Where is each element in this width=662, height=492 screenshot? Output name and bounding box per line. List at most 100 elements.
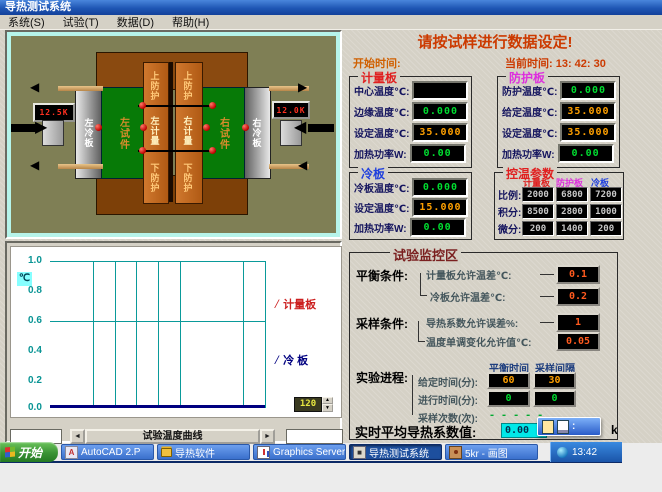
- autocad-icon: A: [65, 446, 78, 459]
- prog2-interval-value: 0: [533, 390, 576, 407]
- progress-label: 实验进程:: [356, 369, 408, 386]
- taskbar-item-thermal-app[interactable]: ■ 导热测试系统: [349, 444, 442, 460]
- sensor-dot: [242, 124, 249, 131]
- scrollbar-thumb[interactable]: 试验温度曲线: [85, 429, 260, 444]
- field-label: 边缘温度℃:: [354, 104, 409, 119]
- guard-divider-line: [138, 105, 216, 107]
- sensor-dot: [139, 147, 146, 154]
- pid-d-metering: 200: [522, 221, 554, 236]
- ime-pen-icon[interactable]: [542, 420, 554, 434]
- tray-clock[interactable]: 13:42: [572, 447, 597, 458]
- title-bar[interactable]: 导热测试系统: [0, 0, 662, 15]
- sensor-dot: [140, 124, 147, 131]
- taskbar-item-label: 5kr - 画图: [465, 445, 508, 460]
- x-window-spinner: 120 ▲ ▼: [294, 397, 333, 412]
- spinner-value[interactable]: 120: [294, 397, 322, 412]
- system-tray[interactable]: 13:42: [550, 442, 622, 462]
- window-title: 导热测试系统: [5, 1, 71, 13]
- pid-i-metering: 8500: [522, 204, 554, 219]
- gridline: [265, 261, 266, 408]
- legend-cold-mark: /: [275, 352, 279, 367]
- pid-row-label: 微分:: [498, 221, 520, 236]
- sensor-dot: [209, 102, 216, 109]
- balance1-value: 0.1: [556, 265, 600, 284]
- prog1-interval-value: 30: [533, 372, 576, 389]
- windows-logo-icon: [5, 446, 15, 457]
- pid-p-guard: 6800: [556, 187, 588, 202]
- legend-metering: / 计量板: [275, 295, 316, 313]
- gridline: [158, 261, 159, 408]
- apparatus-frame: 左冷板 右冷板 左试件 右试件 上防护 左计量: [7, 32, 340, 237]
- sampling2-value: 0.05: [556, 332, 600, 351]
- apparatus-panel: 左冷板 右冷板 左试件 右试件 上防护 左计量: [5, 30, 342, 239]
- guard-temp-display: 0.000: [560, 81, 616, 100]
- taskbar-item-label: AutoCAD 2.P: [81, 447, 140, 458]
- cold-temp-display: 0.000: [412, 178, 468, 197]
- right-heater-top-label: 上防护: [176, 65, 200, 107]
- scroll-right-button[interactable]: ►: [260, 429, 275, 444]
- metering-edge-temp-display: 0.000: [412, 102, 468, 121]
- chart-right-field[interactable]: [286, 429, 343, 444]
- left-specimen-label: 左试件: [102, 88, 144, 178]
- metering-power-display: 0.00: [410, 144, 466, 163]
- taskbar-item-folder[interactable]: 导热软件: [157, 444, 250, 460]
- scroll-left-button[interactable]: ◄: [70, 429, 85, 444]
- connector-line: [540, 296, 554, 297]
- y-tick: 0.0: [28, 402, 42, 413]
- group-cold-plate: 冷板 冷板温度℃:0.000 设定温度℃:15.000 加热功率W:0.00: [349, 172, 472, 240]
- pid-i-guard: 2800: [556, 204, 588, 219]
- inlet-arrow-icon: ▶: [35, 120, 47, 136]
- bracket-line: [418, 321, 425, 342]
- right-heater-column: 上防护 右计量 下防护: [175, 62, 203, 204]
- gridline: [180, 261, 181, 408]
- chart-scrollbar[interactable]: ◄ 试验温度曲线 ►: [70, 429, 275, 444]
- tray-status-icon[interactable]: [557, 447, 568, 458]
- flow-arrow-left-icon: ◀: [30, 159, 39, 171]
- right-heater-mid-label: 右计量: [176, 110, 200, 152]
- spinner-up-button[interactable]: ▲: [322, 397, 333, 404]
- cold-set-temp-display: 15.000: [412, 198, 468, 217]
- balance-label: 平衡条件:: [356, 267, 408, 284]
- legend-metering-mark: /: [275, 296, 279, 311]
- right-coolant-value: 12.0K: [276, 106, 305, 115]
- banner-text: 请按试样进行数据设定!: [345, 31, 645, 52]
- pid-row-label: 积分:: [498, 204, 520, 219]
- legend-cold-label: 冷 板: [283, 355, 308, 367]
- taskbar-item-paint[interactable]: 5kr - 画图: [445, 444, 538, 460]
- pid-d-guard: 1400: [556, 221, 588, 236]
- menu-system[interactable]: 系统(S): [8, 14, 45, 30]
- taskbar-item-label: Graphics Server: [273, 447, 345, 458]
- ime-more-icon[interactable]: :: [572, 421, 575, 432]
- menu-test[interactable]: 试验(T): [63, 14, 99, 30]
- taskbar-item-graphics-server[interactable]: Graphics Server: [253, 444, 346, 460]
- start-button[interactable]: 开始: [0, 442, 58, 462]
- prog1-label: 给定时间(分):: [418, 374, 478, 389]
- inlet-shaft: [308, 124, 334, 132]
- field-label: 加热功率W:: [354, 146, 407, 161]
- ime-toolbar[interactable]: :: [537, 417, 601, 436]
- ime-keyboard-icon[interactable]: [557, 420, 569, 434]
- bracket-line: [412, 375, 417, 415]
- menu-data[interactable]: 数据(D): [117, 14, 154, 30]
- taskbar-item-autocad[interactable]: A AutoCAD 2.P: [61, 444, 154, 460]
- connector-line: [540, 274, 554, 275]
- desktop: 导热测试系统 系统(S) 试验(T) 数据(D) 帮助(H) 左冷板: [0, 0, 662, 492]
- field-label: 设定温度℃:: [354, 200, 409, 215]
- field-label: 冷板温度℃:: [354, 180, 409, 195]
- prog2-balance-value: 0: [487, 390, 530, 407]
- apparatus-diagram: 左冷板 右冷板 左试件 右试件 上防护 左计量: [11, 36, 336, 233]
- prog3-count-value: - - - - -: [489, 410, 543, 421]
- connector-line: [540, 322, 554, 323]
- prog2-label: 进行时间(分):: [418, 392, 478, 407]
- group-metering-plate: 计量板 中心温度℃: 边缘温度℃:0.000 设定温度℃:35.000 加热功率…: [349, 76, 472, 168]
- spinner-down-button[interactable]: ▼: [322, 404, 333, 412]
- gridline: [136, 261, 137, 408]
- y-tick: 0.4: [28, 345, 42, 356]
- pid-p-metering: 2000: [522, 187, 554, 202]
- menu-help[interactable]: 帮助(H): [172, 14, 209, 30]
- field-label: 防护温度℃:: [502, 83, 557, 98]
- metering-center-temp-display: [412, 81, 468, 100]
- legend-metering-label: 计量板: [283, 299, 316, 311]
- sampling1-label: 导热系数允许误差%:: [426, 315, 518, 330]
- sampling1-value: 1: [556, 313, 600, 332]
